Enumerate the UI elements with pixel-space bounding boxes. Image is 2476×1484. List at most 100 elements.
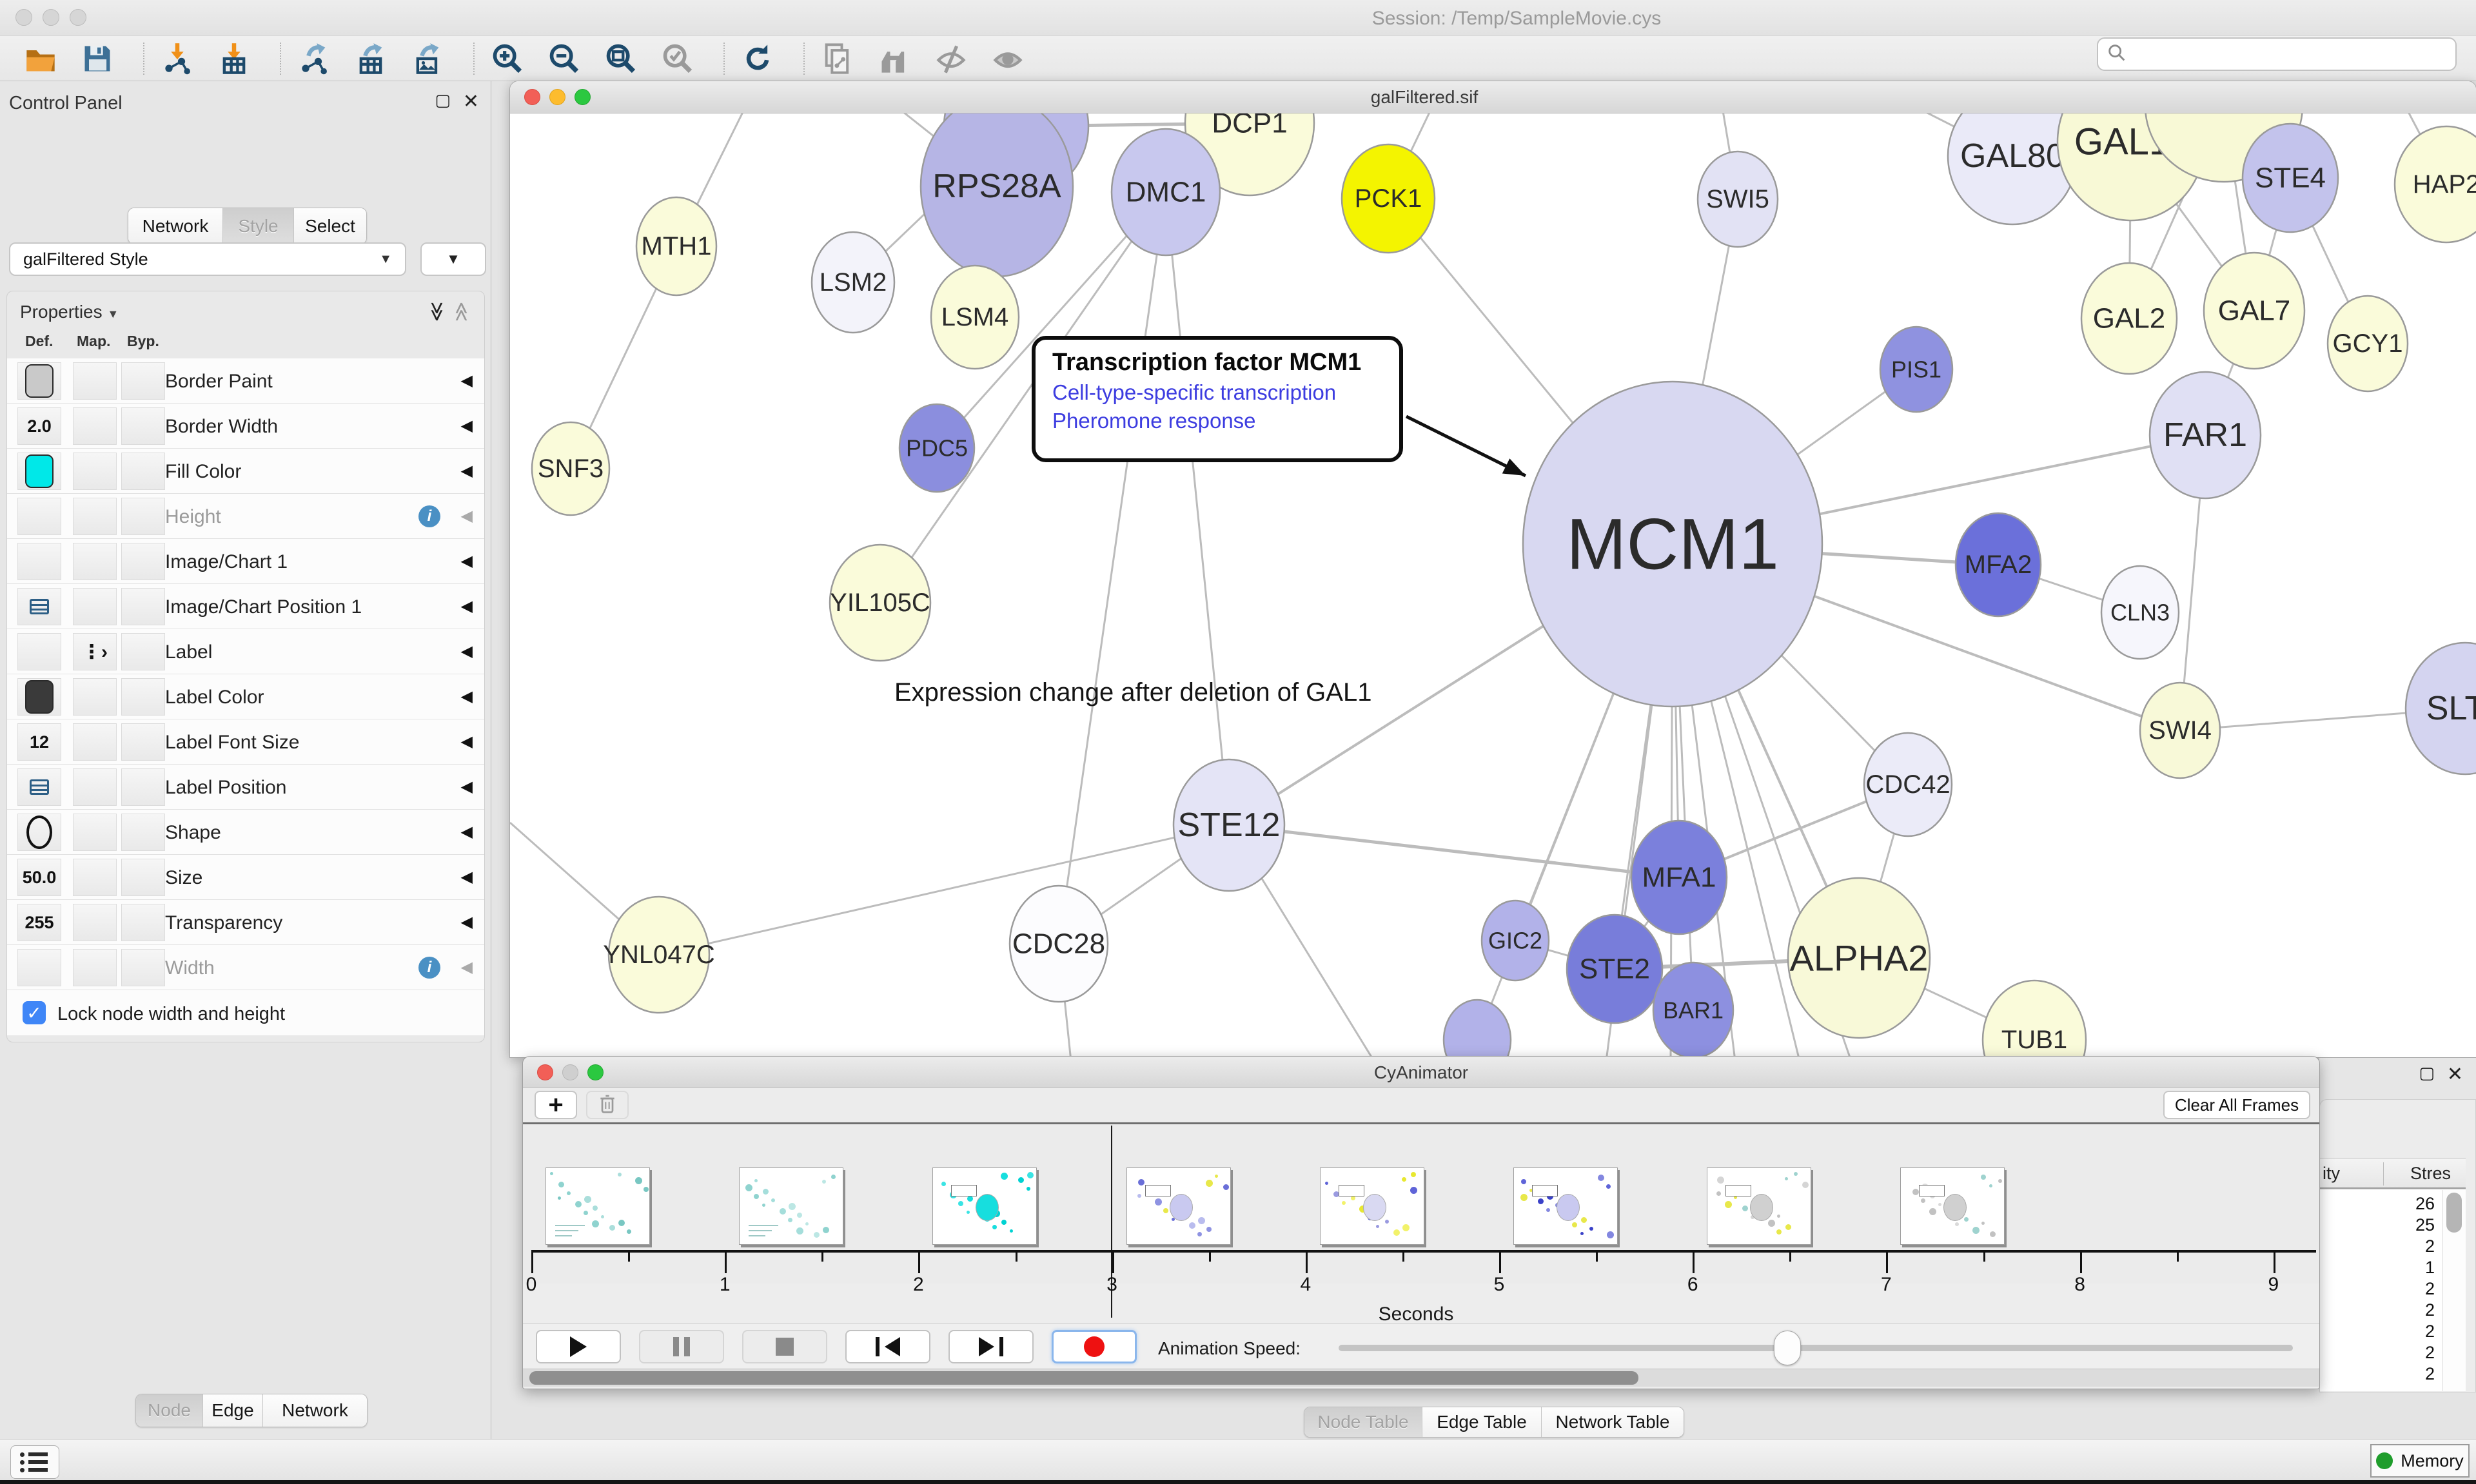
export-network-button[interactable]	[295, 40, 333, 77]
minimize-icon[interactable]	[562, 1064, 578, 1080]
mapping-cell[interactable]	[73, 723, 117, 761]
cyanimator-timeline[interactable]: Seconds 0123456789	[523, 1124, 2319, 1284]
mapping-cell[interactable]	[73, 859, 117, 896]
close-icon[interactable]	[524, 89, 540, 105]
property-row-shape[interactable]: Shape◀	[7, 810, 484, 855]
network-node-gal2[interactable]: GAL2	[2081, 263, 2177, 374]
tab-style[interactable]: Style	[223, 208, 294, 244]
bypass-cell[interactable]	[121, 543, 165, 580]
frame-thumbnail-5[interactable]	[1513, 1167, 1618, 1245]
property-row-height[interactable]: Heighti◀	[7, 494, 484, 539]
property-row-label-font-size[interactable]: 12Label Font Size◀	[7, 719, 484, 765]
mapping-cell[interactable]	[73, 768, 117, 806]
network-edge[interactable]	[1059, 192, 1166, 944]
close-panel-icon[interactable]: ✕	[463, 90, 479, 113]
property-row-label-position[interactable]: Label Position◀	[7, 765, 484, 810]
skip-to-start-button[interactable]	[845, 1330, 930, 1363]
overview-button[interactable]	[876, 40, 913, 77]
network-node-alpha2[interactable]: ALPHA2	[1788, 878, 1930, 1038]
bypass-cell[interactable]	[121, 949, 165, 986]
property-row-border-paint[interactable]: Border Paint◀	[7, 358, 484, 404]
mapping-cell[interactable]	[73, 453, 117, 490]
timeline-scrollbar[interactable]	[523, 1369, 2319, 1387]
zoom-icon[interactable]	[587, 1064, 604, 1080]
collapse-all-icon[interactable]: ≪	[450, 302, 473, 322]
open-session-button[interactable]	[22, 40, 59, 77]
network-node-gal7[interactable]: GAL7	[2204, 253, 2304, 369]
network-node-tub1[interactable]: TUB1	[1983, 981, 2086, 1057]
table-cell-value[interactable]: 1	[2320, 1258, 2435, 1278]
skip-to-end-button[interactable]	[948, 1330, 1034, 1363]
default-cell[interactable]	[17, 768, 61, 806]
info-icon[interactable]: i	[418, 957, 440, 979]
default-cell[interactable]	[17, 633, 61, 670]
mapping-cell[interactable]: ⋮›	[73, 633, 117, 670]
animation-speed-slider[interactable]	[1339, 1345, 2293, 1351]
expand-row-icon[interactable]: ◀	[461, 958, 473, 977]
pause-button[interactable]	[639, 1330, 724, 1363]
network-node-pnode[interactable]	[1444, 1000, 1511, 1057]
zoom-icon[interactable]	[575, 89, 591, 105]
timeline-scrollbar-thumb[interactable]	[529, 1371, 1638, 1385]
mapping-cell[interactable]	[73, 407, 117, 445]
zoom-selected-button[interactable]	[659, 40, 696, 77]
network-node-rps28a[interactable]: RPS28A	[921, 113, 1073, 277]
properties-header[interactable]: Properties ▼ ≫ ≪	[7, 291, 484, 333]
float-table-panel-icon[interactable]: ▢	[2419, 1063, 2435, 1083]
network-node-dmc1[interactable]: DMC1	[1112, 129, 1220, 255]
network-node-ynl047c[interactable]: YNL047C	[603, 897, 714, 1013]
network-node-pis1[interactable]: PIS1	[1880, 327, 1952, 412]
style-selector-dropdown[interactable]: galFiltered Style ▼	[9, 242, 406, 276]
style-options-button[interactable]: ▼	[420, 242, 486, 276]
play-button[interactable]	[536, 1330, 621, 1363]
zoom-fit-button[interactable]	[602, 40, 640, 77]
table-cell-value[interactable]: 25	[2320, 1215, 2435, 1235]
property-row-size[interactable]: 50.0Size◀	[7, 855, 484, 900]
mapping-cell[interactable]	[73, 498, 117, 535]
mapping-cell[interactable]	[73, 814, 117, 851]
network-node-lsm2[interactable]: LSM2	[812, 232, 894, 333]
frame-thumbnail-7[interactable]	[1900, 1167, 2005, 1245]
refresh-button[interactable]	[739, 40, 776, 77]
default-cell[interactable]	[17, 498, 61, 535]
default-cell[interactable]	[17, 949, 61, 986]
column-divider[interactable]	[2383, 1162, 2384, 1186]
record-button[interactable]	[1052, 1330, 1137, 1363]
network-node-lsm4[interactable]: LSM4	[931, 266, 1019, 369]
expand-row-icon[interactable]: ◀	[461, 642, 473, 661]
bypass-cell[interactable]	[121, 633, 165, 670]
mapping-cell[interactable]	[73, 588, 117, 625]
zoom-window-icon[interactable]	[70, 9, 86, 26]
bypass-cell[interactable]	[121, 407, 165, 445]
expand-row-icon[interactable]: ◀	[461, 552, 473, 571]
tab-node[interactable]: Node	[136, 1394, 203, 1427]
expand-row-icon[interactable]: ◀	[461, 597, 473, 616]
table-scrollbar-thumb[interactable]	[2446, 1193, 2462, 1233]
network-node-far1[interactable]: FAR1	[2150, 372, 2261, 498]
add-frame-button[interactable]: +	[535, 1091, 577, 1119]
default-cell[interactable]: 255	[17, 904, 61, 941]
network-canvas[interactable]: DCP1RPS28ADMC1PCK1MTH1LSM2LSM4SNF3PDC5YI…	[510, 113, 2476, 1057]
tab-node-table[interactable]: Node Table	[1304, 1407, 1422, 1437]
property-row-image-chart-1[interactable]: Image/Chart 1◀	[7, 539, 484, 584]
table-cell-value[interactable]: 26	[2320, 1194, 2435, 1214]
property-row-label-color[interactable]: Label Color◀	[7, 674, 484, 719]
cyanimator-titlebar[interactable]: CyAnimator	[523, 1057, 2319, 1088]
default-cell[interactable]: 2.0	[17, 407, 61, 445]
expand-row-icon[interactable]: ◀	[461, 732, 473, 751]
export-image-button[interactable]	[409, 40, 446, 77]
network-edge[interactable]	[1166, 192, 1229, 825]
default-cell[interactable]: 50.0	[17, 859, 61, 896]
minimize-window-icon[interactable]	[43, 9, 59, 26]
network-node-ste2[interactable]: STE2	[1567, 915, 1662, 1023]
lock-size-checkbox[interactable]: ✓	[23, 1001, 46, 1024]
network-node-mcm1[interactable]: MCM1	[1523, 382, 1822, 707]
expand-all-icon[interactable]: ≫	[426, 302, 448, 322]
default-cell[interactable]: 12	[17, 723, 61, 761]
network-node-pck1[interactable]: PCK1	[1342, 144, 1435, 253]
default-cell[interactable]	[17, 678, 61, 716]
delete-frame-button[interactable]	[586, 1091, 629, 1119]
mapping-cell[interactable]	[73, 543, 117, 580]
frame-thumbnail-4[interactable]	[1320, 1167, 1424, 1245]
property-row-label[interactable]: ⋮›Label◀	[7, 629, 484, 674]
